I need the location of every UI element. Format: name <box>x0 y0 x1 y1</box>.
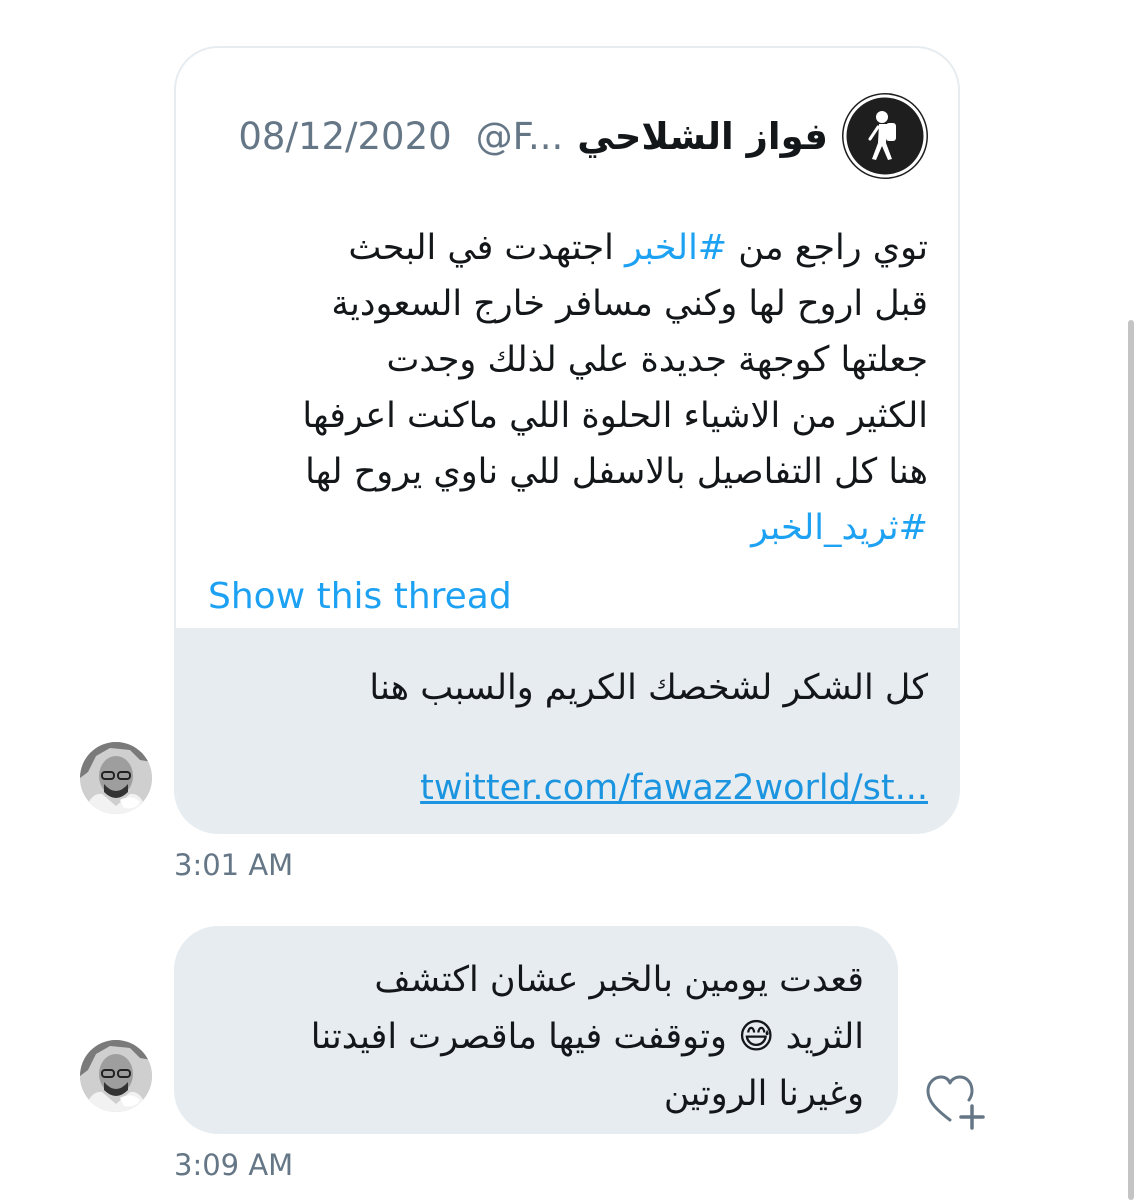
tweet-text-segment: اجتهدت في البحث <box>348 228 625 268</box>
tweet-text-line-3: جعلتها كوجهة جديدة علي لذلك وجدت <box>386 340 928 380</box>
user-photo-avatar-icon <box>80 1040 152 1112</box>
quoted-tweet-message[interactable]: فواز الشلاحي @F... 08/12/2020 توي راجع م… <box>174 46 960 834</box>
message-timestamp: 3:09 AM <box>174 1148 294 1182</box>
heart-plus-icon <box>926 1075 985 1130</box>
message-text: كل الشكر لشخصك الكريم والسبب هنا <box>369 668 928 708</box>
quoted-tweet-header: فواز الشلاحي @F... 08/12/2020 <box>238 86 928 186</box>
sender-avatar[interactable] <box>80 1040 152 1112</box>
message-timestamp: 3:01 AM <box>174 848 294 882</box>
tweet-text-line-2: قبل اروح لها وكني مسافر خارج السعودية <box>331 284 928 324</box>
like-message-button[interactable] <box>924 1072 994 1132</box>
message-bubble[interactable]: قعدت يومين بالخبر عشان اكتشف الثريد 😅 وت… <box>174 926 898 1134</box>
author-name[interactable]: فواز الشلاحي <box>577 115 828 158</box>
show-thread-link[interactable]: Show this thread <box>208 576 512 617</box>
quoted-tweet[interactable]: فواز الشلاحي @F... 08/12/2020 توي راجع م… <box>176 48 958 628</box>
author-avatar[interactable] <box>842 93 928 179</box>
reply-section: كل الشكر لشخصك الكريم والسبب هنا twitter… <box>176 628 958 832</box>
author-handle[interactable]: @F... <box>476 115 564 158</box>
hiker-icon <box>843 94 927 178</box>
tweet-text-line-4: الكثير من الاشياء الحلوة اللي ماكنت اعرف… <box>302 396 928 436</box>
hashtag-link[interactable]: #الخبر <box>625 228 727 268</box>
tweet-text-line-1: توي راجع من #الخبر اجتهدت في البحث <box>348 228 928 268</box>
sender-avatar[interactable] <box>80 742 152 814</box>
tweet-text-line-5: هنا كل التفاصيل بالاسفل للي ناوي يروح له… <box>305 452 928 492</box>
scrollbar[interactable] <box>1128 320 1134 1200</box>
tweet-url-link[interactable]: twitter.com/fawaz2world/st... <box>420 768 928 808</box>
tweet-date: 08/12/2020 <box>238 114 452 158</box>
tweet-text: توي راجع من #الخبر اجتهدت في البحث قبل ا… <box>208 220 928 556</box>
message-text: قعدت يومين بالخبر عشان اكتشف الثريد 😅 وت… <box>310 960 864 1114</box>
tweet-text-segment: توي راجع من <box>727 228 928 268</box>
user-photo-avatar-icon <box>80 742 152 814</box>
thread-hashtag-link[interactable]: #ثريد_الخبر <box>751 508 928 548</box>
